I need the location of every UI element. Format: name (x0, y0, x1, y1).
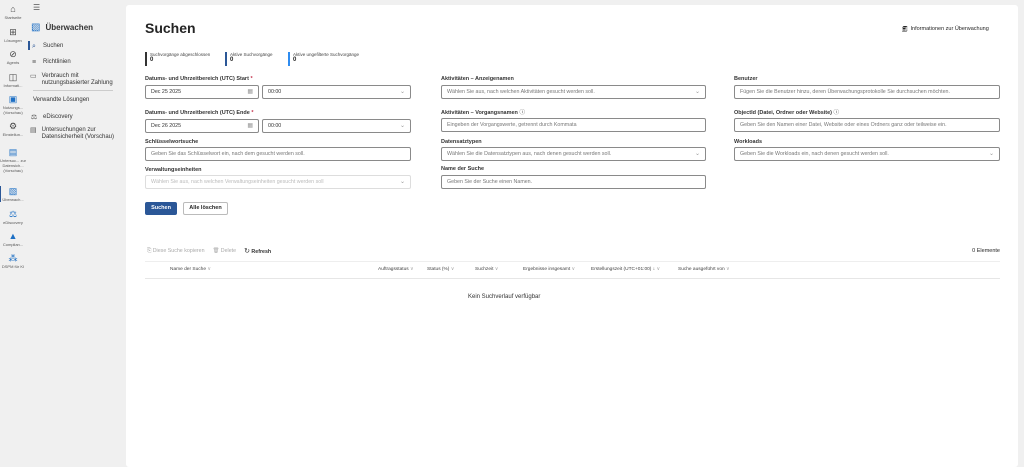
units-select[interactable]: Wählen Sie aus, nach welchen Verwaltungs… (145, 175, 411, 189)
start-label: Datums- und Uhrzeitbereich (UTC) Start * (145, 76, 253, 82)
book-icon: ◫ (8, 72, 18, 82)
rail-agents[interactable]: ⊘ Agents (0, 49, 26, 65)
end-time-select[interactable]: 00:00 ⌄ (262, 119, 411, 133)
rail-usage[interactable]: ▣ Nutzungs... (Vorschau) (0, 94, 26, 115)
stat-active: Aktive Suchvorgänge 0 (225, 52, 273, 66)
start-date-input[interactable]: Dec 25 2025 ▦ (145, 85, 259, 99)
activities-select[interactable]: Wählen Sie aus, nach welchen Aktivitäten… (441, 85, 706, 99)
ediscovery-icon: ⚖ (30, 114, 38, 121)
search-button[interactable]: Suchen (145, 202, 177, 215)
info-icon[interactable]: ⓘ (834, 110, 840, 116)
rail-solutions[interactable]: ⊞ Lösungen (0, 27, 26, 43)
col-name[interactable]: Name der Suche (170, 267, 211, 272)
chevron-down-icon: ⌄ (399, 179, 405, 185)
grid-icon: ⊞ (9, 27, 17, 37)
rail-info[interactable]: ◫ Informati... (0, 72, 26, 88)
audit-icon: ▧ (31, 22, 41, 33)
object-input[interactable]: Geben Sie den Namen einer Datei, Website… (734, 118, 1000, 132)
workloads-select[interactable]: Geben Sie die Workloads ein, nach denen … (734, 147, 1000, 161)
calendar-icon[interactable]: ▦ (247, 86, 253, 98)
search-icon: ⌕ (32, 43, 36, 50)
rail-audit[interactable]: ▧ Überwach... (0, 186, 26, 202)
stat-active-unfiltered: Aktive ungefilterte Suchvorgänge 0 (288, 52, 359, 66)
rail-dspm[interactable]: ⁂ DSPM für KI (0, 253, 26, 269)
nav-header: ▧ Überwachen (31, 22, 94, 33)
info-icon[interactable]: ⓘ (519, 110, 525, 116)
col-created[interactable]: Erstellungszeit (UTC+01:00) ↓ (591, 267, 660, 272)
col-total-results[interactable]: Ergebnisse insgesamt (523, 267, 575, 272)
end-label: Datums- und Uhrzeitbereich (UTC) Ende * (145, 110, 254, 116)
gear-icon: ⚙ (8, 121, 18, 131)
col-search-time[interactable]: Suchzeit (475, 267, 498, 272)
operations-input[interactable]: Eingeben der Vorgangswerte, getrennt dur… (441, 118, 706, 132)
name-label: Name der Suche (441, 166, 485, 172)
units-label: Verwaltungseinheiten (145, 167, 202, 173)
rail-settings[interactable]: ⚙ Einstellun... (0, 121, 26, 137)
related-heading: Verwandte Lösungen (33, 97, 90, 103)
stat-completed: Suchvorgänge abgeschlossen 0 (145, 52, 210, 66)
delete-button[interactable]: 🗑 Delete (213, 248, 237, 254)
nav-item-billing[interactable]: ▭ Verbrauch mit nutzungsbasierter Zahlung (30, 73, 122, 87)
chevron-down-icon: ⌄ (694, 89, 700, 95)
record-label: Datensatztypen (441, 139, 482, 145)
nav-item-ediscovery[interactable]: ⚖ eDiscovery (30, 114, 122, 121)
keyword-input[interactable]: Geben Sie das Schlüsselwort ein, nach de… (145, 147, 411, 161)
copy-search-button[interactable]: ⎘ Diese Suche kopieren (147, 248, 205, 255)
col-run-by[interactable]: Suche ausgeführt von (678, 267, 730, 272)
nav-item-policies[interactable]: ≡ Richtlinien (30, 59, 122, 66)
info-link[interactable]: 🗐 Informationen zur Überwachung (902, 26, 989, 35)
end-date-input[interactable]: Dec 26 2025 ▦ (145, 119, 259, 133)
document-icon: 🗐 (902, 27, 908, 33)
col-job-status[interactable]: Auftragsstatus (378, 267, 414, 272)
keyword-label: Schlüsselwortsuche (145, 139, 199, 145)
empty-state: Kein Suchverlauf verfügbar (468, 294, 541, 300)
start-time-select[interactable]: 00:00 ⌄ (262, 85, 411, 99)
users-label: Benutzer (734, 76, 758, 82)
users-input[interactable]: Fügen Sie die Benutzer hinzu, deren Über… (734, 85, 1000, 99)
refresh-icon: ↻ (244, 248, 250, 255)
usage-icon: ▣ (8, 94, 18, 104)
warning-icon: ▲ (8, 231, 18, 241)
object-label: ObjectId (Datei, Ordner oder Website) ⓘ (734, 110, 840, 116)
search-name-input[interactable]: Geben Sie der Suche einen Namen. (441, 175, 706, 189)
app-launcher-icon[interactable]: ☰ (33, 3, 40, 12)
divider (33, 90, 113, 91)
calendar-icon[interactable]: ▦ (247, 120, 253, 132)
rail-investigations[interactable]: ▤ Untersuc... zur Datensich... (Vorschau) (0, 147, 26, 173)
activities-label: Aktivitäten – Anzeigenamen (441, 76, 514, 82)
rail-ediscovery[interactable]: ⚖ eDiscovery (0, 209, 26, 225)
ediscovery-icon: ⚖ (8, 209, 18, 219)
chevron-down-icon: ⌄ (399, 123, 405, 129)
dspm-icon: ⁂ (8, 253, 18, 263)
operations-label: Aktivitäten – Vorgangsnamen ⓘ (441, 110, 525, 116)
audit-icon: ▧ (8, 186, 18, 196)
home-icon: ⌂ (10, 4, 16, 14)
investigation-icon: ▤ (8, 147, 18, 157)
page-title: Suchen (145, 20, 196, 36)
record-select[interactable]: Wählen Sie die Datensatztypen aus, nach … (441, 147, 706, 161)
agents-icon: ⊘ (9, 49, 17, 59)
sliders-icon: ≡ (31, 59, 37, 66)
col-status[interactable]: Status (%) (427, 267, 454, 272)
refresh-button[interactable]: ↻ Refresh (244, 247, 271, 255)
chevron-down-icon: ⌄ (399, 89, 405, 95)
nav-item-investigations[interactable]: ▤ Untersuchungen zur Datensicherheit (Vor… (30, 127, 122, 141)
item-count: 0 Elemente (972, 248, 1000, 254)
nav-item-search[interactable]: ⌕ Suchen (30, 43, 122, 50)
main-card (126, 5, 1018, 467)
workloads-label: Workloads (734, 139, 763, 145)
rail-home[interactable]: ⌂ Startseite (0, 4, 26, 20)
clear-all-button[interactable]: Alle löschen (183, 202, 228, 215)
chevron-down-icon: ⌄ (988, 151, 994, 157)
billing-icon: ▭ (30, 73, 37, 80)
rail-compliance[interactable]: ▲ Complian... (0, 231, 26, 247)
chevron-down-icon: ⌄ (694, 151, 700, 157)
investigation-icon: ▤ (30, 127, 37, 134)
